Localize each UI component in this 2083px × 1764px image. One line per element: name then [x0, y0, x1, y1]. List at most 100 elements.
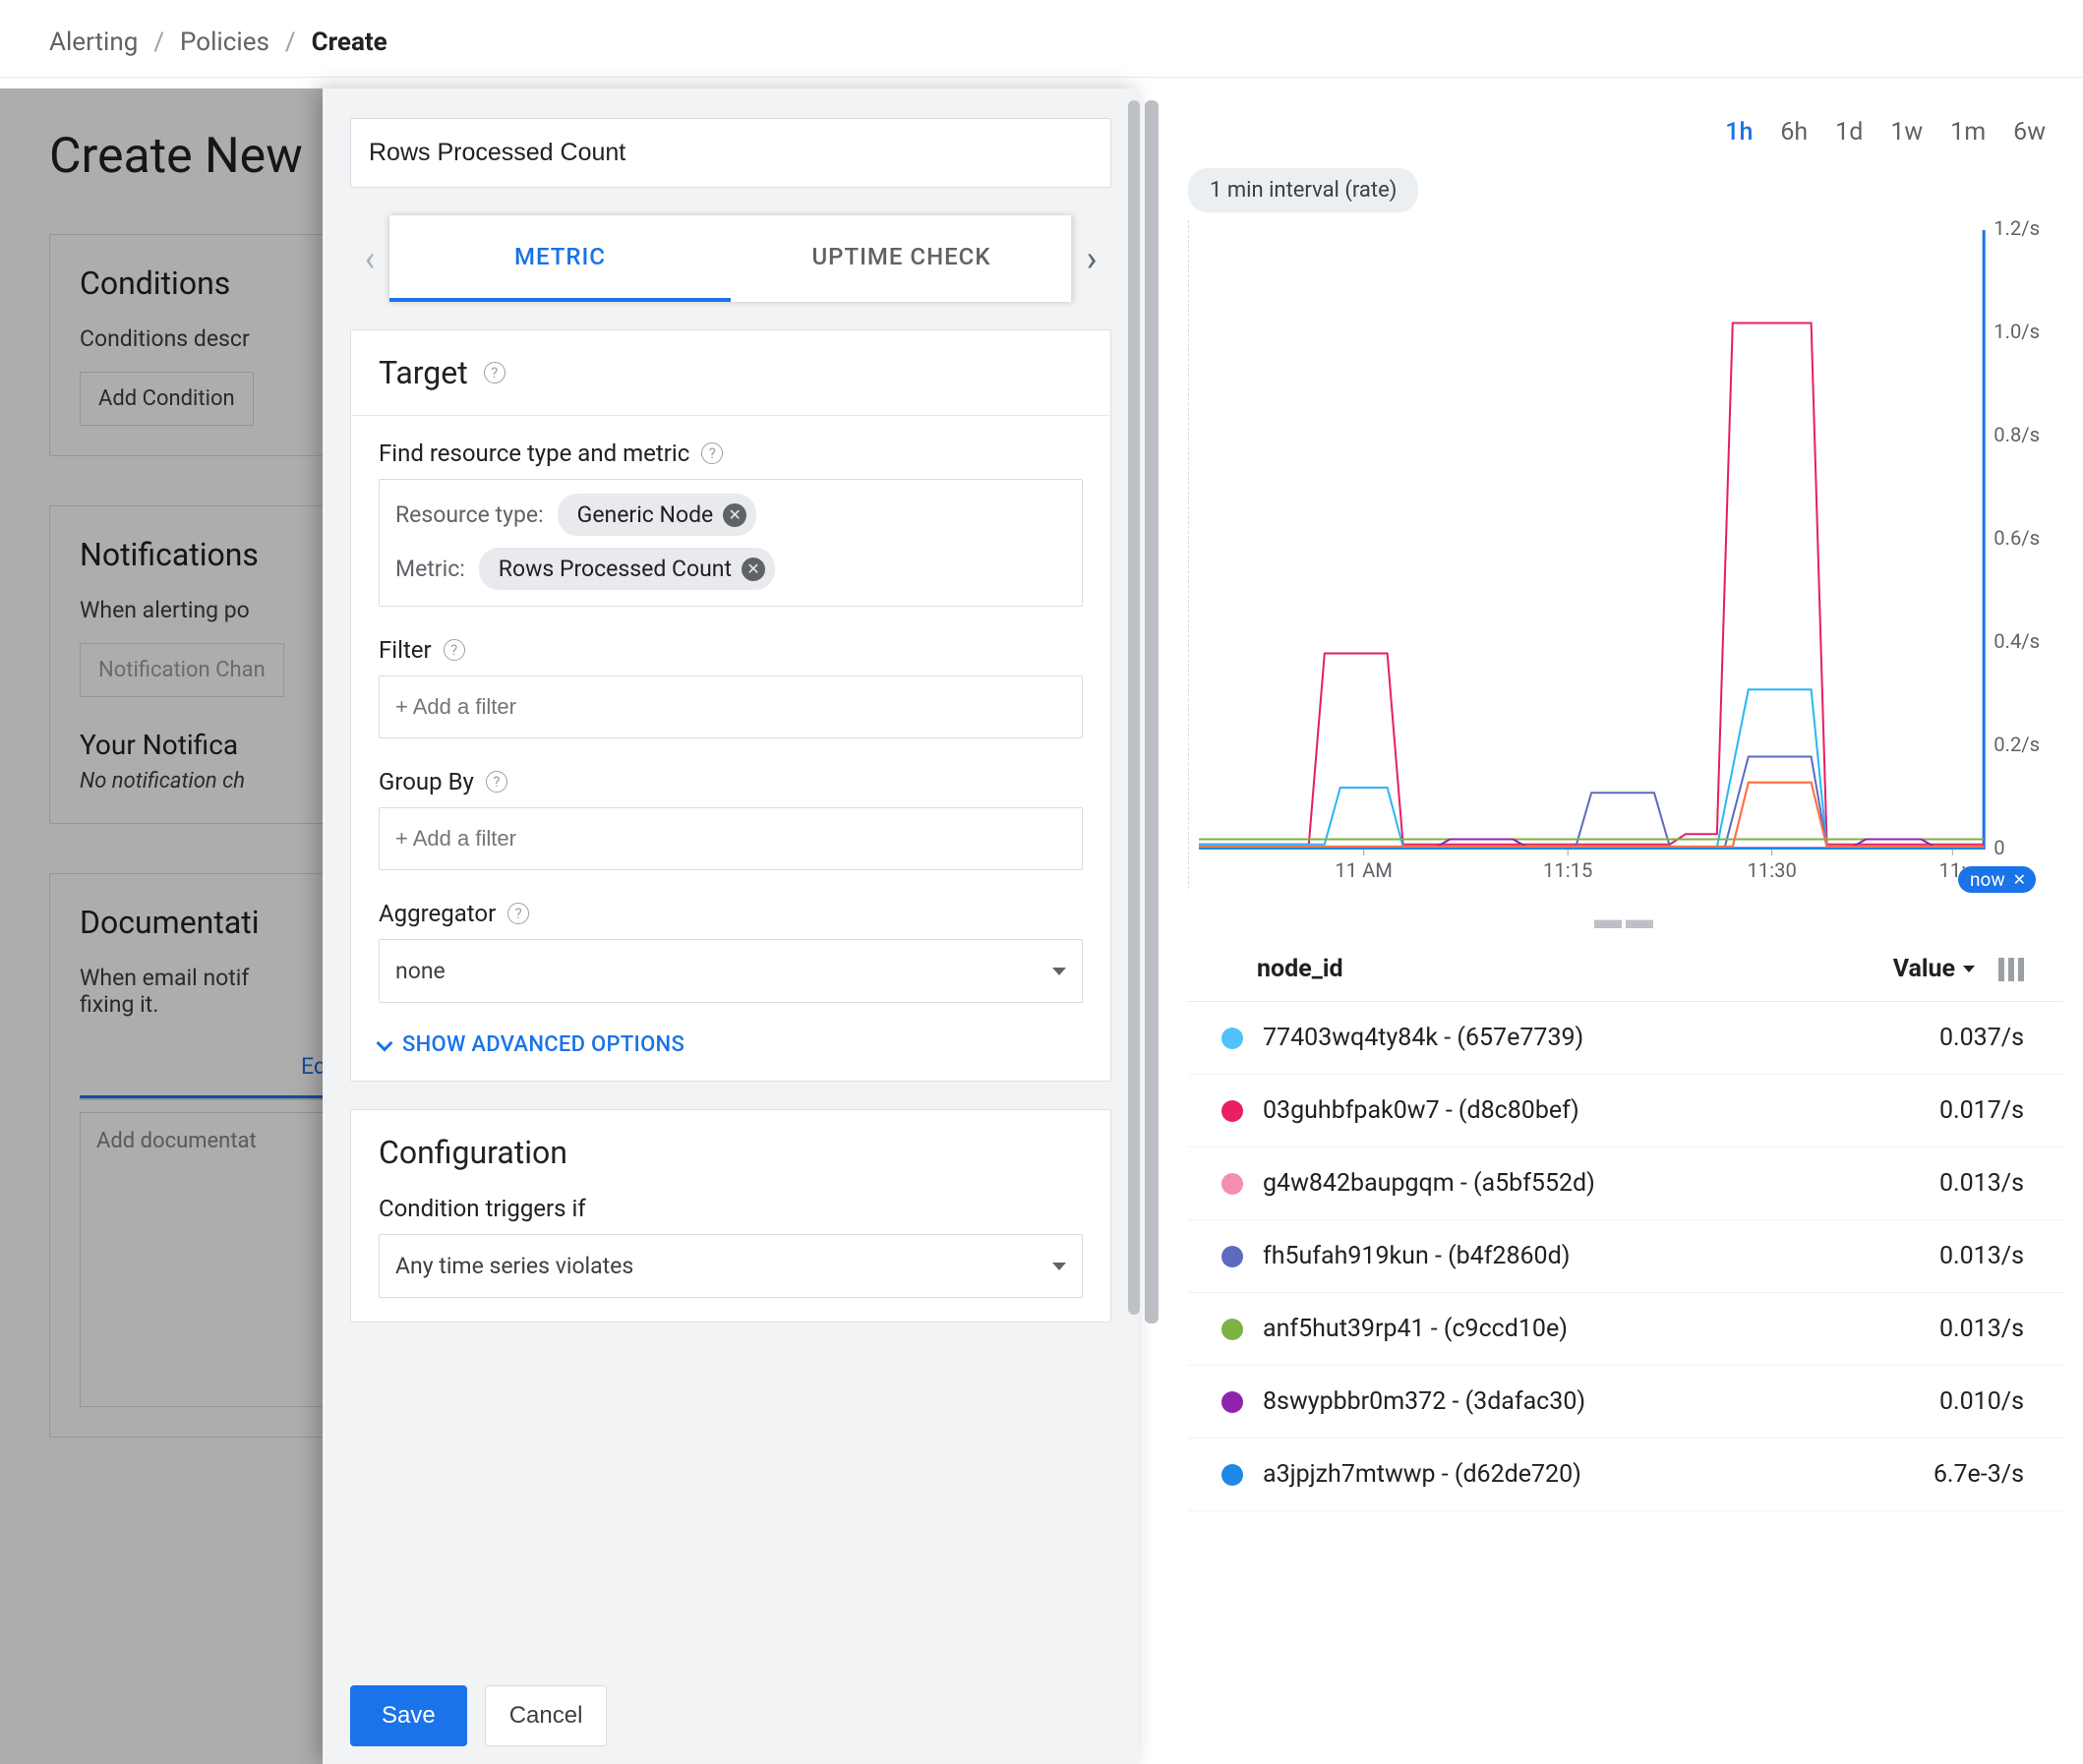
group-by-label: Group By: [379, 768, 474, 795]
legend-swatch: [1221, 1391, 1243, 1413]
time-range-1h[interactable]: 1h: [1725, 118, 1753, 147]
legend-value: 0.037/s: [1939, 1024, 2024, 1052]
svg-text:0.4/s: 0.4/s: [1994, 629, 2040, 653]
legend-node: 03guhbfpak0w7 - (d8c80bef): [1263, 1096, 1939, 1125]
target-card: Target ? Find resource type and metric ?…: [350, 329, 1111, 1082]
legend-row[interactable]: 03guhbfpak0w7 - (d8c80bef)0.017/s: [1188, 1075, 2063, 1147]
metric-chip: Rows Processed Count ✕: [479, 548, 775, 590]
legend-col-value[interactable]: Value: [1893, 955, 1975, 983]
time-range-6w[interactable]: 6w: [2013, 118, 2046, 147]
remove-chip-icon[interactable]: ✕: [723, 503, 746, 527]
legend-row[interactable]: 77403wq4ty84k - (657e7739)0.037/s: [1188, 1002, 2063, 1075]
svg-text:0: 0: [1994, 836, 2004, 859]
sort-desc-icon: [1963, 966, 1975, 972]
metric-selector[interactable]: Resource type: Generic Node ✕ Metric: Ro…: [379, 479, 1083, 607]
now-label: now: [1970, 868, 2005, 891]
condition-triggers-value: Any time series violates: [395, 1253, 633, 1279]
legend-row[interactable]: fh5ufah919kun - (b4f2860d)0.013/s: [1188, 1220, 2063, 1293]
line-chart: 1.2/s1.0/s0.8/s0.6/s0.4/s0.2/s011 AM11:1…: [1189, 220, 2063, 889]
legend-col-node[interactable]: node_id: [1257, 955, 1893, 983]
legend-row[interactable]: g4w842baupgqm - (a5bf552d)0.013/s: [1188, 1147, 2063, 1220]
svg-text:1.0/s: 1.0/s: [1994, 320, 2040, 343]
legend-row[interactable]: anf5hut39rp41 - (c9ccd10e)0.013/s: [1188, 1293, 2063, 1366]
legend-row[interactable]: a3jpjzh7mtwwp - (d62de720)6.7e-3/s: [1188, 1439, 2063, 1511]
show-advanced-options-label: SHOW ADVANCED OPTIONS: [402, 1032, 684, 1057]
breadcrumb: Alerting / Policies / Create: [0, 0, 2083, 78]
interval-chip: 1 min interval (rate): [1188, 168, 1418, 212]
modal-backdrop: [0, 88, 323, 1764]
tab-metric[interactable]: METRIC: [389, 215, 731, 302]
remove-chip-icon[interactable]: ✕: [742, 558, 765, 581]
aggregator-value: none: [395, 958, 446, 984]
crumb-alerting[interactable]: Alerting: [49, 28, 138, 57]
svg-text:1.2/s: 1.2/s: [1994, 220, 2040, 240]
cancel-button[interactable]: Cancel: [485, 1685, 608, 1746]
caret-down-icon: [1052, 968, 1066, 975]
chevron-down-icon: [377, 1034, 393, 1051]
filter-input[interactable]: [379, 676, 1083, 738]
svg-text:11:30: 11:30: [1748, 858, 1797, 882]
crumb-create: Create: [312, 28, 387, 57]
time-range-1d[interactable]: 1d: [1835, 118, 1863, 147]
legend-col-value-label: Value: [1893, 955, 1955, 983]
filter-label: Filter: [379, 636, 432, 664]
condition-triggers-select[interactable]: Any time series violates: [379, 1234, 1083, 1298]
aggregator-select[interactable]: none: [379, 939, 1083, 1003]
panel-footer: Save Cancel: [323, 1668, 1139, 1764]
target-heading: Target: [379, 354, 468, 391]
svg-text:0.6/s: 0.6/s: [1994, 526, 2040, 550]
configuration-card: Configuration Condition triggers if Any …: [350, 1109, 1111, 1323]
help-icon[interactable]: ?: [444, 639, 465, 661]
drag-handle-icon[interactable]: ▬▬: [1188, 903, 2063, 935]
svg-text:0.8/s: 0.8/s: [1994, 423, 2040, 446]
metric-key: Metric:: [395, 556, 465, 582]
close-icon[interactable]: ✕: [2013, 870, 2026, 889]
condition-triggers-label: Condition triggers if: [379, 1195, 586, 1222]
crumb-sep: /: [285, 28, 296, 57]
legend-swatch: [1221, 1246, 1243, 1267]
save-button[interactable]: Save: [350, 1685, 467, 1746]
legend-row[interactable]: 8swypbbr0m372 - (3dafac30)0.010/s: [1188, 1366, 2063, 1439]
resource-type-key: Resource type:: [395, 501, 544, 528]
legend-node: anf5hut39rp41 - (c9ccd10e): [1263, 1315, 1939, 1343]
legend-value: 0.017/s: [1939, 1096, 2024, 1125]
help-icon[interactable]: ?: [701, 442, 723, 464]
chart-pane: 1h 6h 1d 1w 1m 6w 1 min interval (rate) 1.2/s…: [1139, 88, 2083, 1764]
time-range-1m[interactable]: 1m: [1950, 118, 1986, 147]
condition-name-input[interactable]: [350, 118, 1111, 188]
column-config-icon[interactable]: [1998, 958, 2024, 981]
help-icon[interactable]: ?: [486, 771, 507, 793]
caret-down-icon: [1052, 1263, 1066, 1270]
chart-scrollbar[interactable]: [1145, 100, 1159, 1323]
tab-uptime-check[interactable]: UPTIME CHECK: [731, 215, 1072, 302]
group-by-input[interactable]: [379, 807, 1083, 870]
time-range-6h[interactable]: 6h: [1780, 118, 1808, 147]
legend-node: g4w842baupgqm - (a5bf552d): [1263, 1169, 1939, 1198]
aggregator-label: Aggregator: [379, 900, 496, 927]
crumb-policies[interactable]: Policies: [180, 28, 269, 57]
legend-rows: 77403wq4ty84k - (657e7739)0.037/s03guhbf…: [1188, 1002, 2063, 1511]
time-range-1w[interactable]: 1w: [1890, 118, 1923, 147]
panel-scrollbar[interactable]: [1128, 100, 1142, 1764]
tab-nav-prev[interactable]: ‹: [350, 238, 389, 279]
svg-text:11:15: 11:15: [1543, 858, 1592, 882]
help-icon[interactable]: ?: [484, 362, 506, 383]
help-icon[interactable]: ?: [507, 903, 529, 924]
legend-value: 0.013/s: [1939, 1315, 2024, 1343]
legend-value: 6.7e-3/s: [1934, 1460, 2024, 1489]
legend-swatch: [1221, 1028, 1243, 1049]
svg-text:11 AM: 11 AM: [1335, 858, 1393, 882]
chart-area[interactable]: 1.2/s1.0/s0.8/s0.6/s0.4/s0.2/s011 AM11:1…: [1188, 220, 2063, 889]
find-metric-label: Find resource type and metric: [379, 440, 689, 467]
time-range-selector: 1h 6h 1d 1w 1m 6w: [1188, 108, 2063, 168]
resource-type-chip: Generic Node ✕: [558, 494, 757, 536]
tab-nav-next[interactable]: ›: [1072, 238, 1111, 279]
legend-swatch: [1221, 1100, 1243, 1122]
metric-value: Rows Processed Count: [499, 556, 732, 582]
show-advanced-options-link[interactable]: SHOW ADVANCED OPTIONS: [379, 1032, 1083, 1057]
now-pill[interactable]: now ✕: [1958, 866, 2036, 893]
legend-swatch: [1221, 1464, 1243, 1486]
crumb-sep: /: [153, 28, 164, 57]
legend-swatch: [1221, 1319, 1243, 1340]
legend-value: 0.013/s: [1939, 1169, 2024, 1198]
